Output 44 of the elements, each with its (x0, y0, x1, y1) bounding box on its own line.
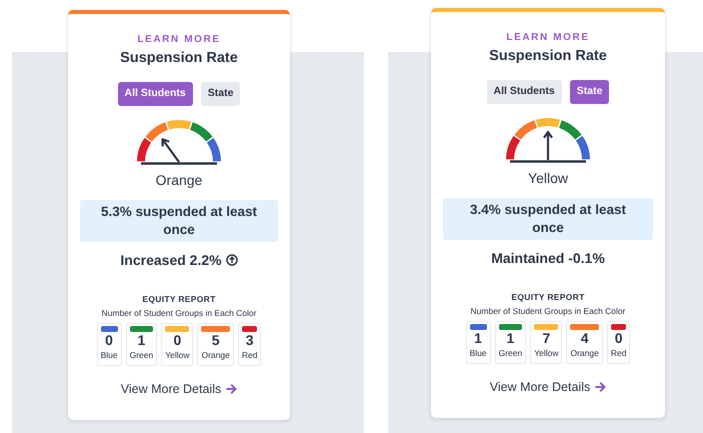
color-label: Blue (100, 349, 118, 362)
color-label: Orange (570, 347, 599, 360)
color-label: Blue (470, 347, 487, 360)
card-title: Suspension Rate (119, 49, 239, 68)
color-label: Green (130, 349, 154, 362)
group-count: 0 (614, 330, 624, 348)
group-count: 7 (541, 330, 552, 348)
group-count: 3 (244, 332, 255, 350)
group-count: 0 (104, 332, 114, 350)
change-text: Maintained -0.1% (491, 248, 605, 268)
rating-label: Yellow (527, 168, 569, 188)
right-arrow-icon (226, 384, 238, 394)
color-label: Yellow (534, 347, 558, 360)
stat-text: 3.4% suspended at least once (443, 198, 653, 240)
link-text: View More Details (120, 380, 222, 398)
view-details-link[interactable]: View More Details (490, 378, 606, 397)
section-subtitle: Number of Student Groups in Each Color (100, 306, 258, 320)
toggle-button[interactable]: State (570, 80, 610, 104)
card-title: Suspension Rate (488, 47, 608, 66)
stat-text: 5.3% suspended at least once (80, 200, 278, 242)
toggle-button[interactable]: State (200, 82, 240, 106)
color-label: Green (498, 347, 522, 360)
change-text: Increased 2.2% (120, 250, 222, 270)
section-subtitle: Number of Student Groups in Each Color (470, 304, 626, 318)
toggle-button[interactable]: All Students (118, 82, 193, 106)
toggle-button[interactable]: All Students (486, 80, 562, 104)
learn-more-link[interactable]: LEARN MORE (443, 30, 653, 45)
section-heading: EQUITY REPORT (141, 292, 217, 306)
color-label: Red (610, 347, 626, 360)
view-details-link[interactable]: View More Details (120, 380, 238, 399)
group-count: 4 (580, 330, 590, 348)
group-count: 1 (136, 332, 146, 350)
color-label: Red (242, 349, 258, 362)
learn-more-link[interactable]: LEARN MORE (80, 32, 278, 47)
group-count: 1 (505, 330, 516, 348)
group-count: 5 (210, 332, 221, 350)
link-text: View More Details (490, 378, 590, 396)
color-label: Yellow (165, 349, 190, 362)
rating-label: Orange (154, 170, 204, 190)
group-count: 0 (172, 332, 182, 350)
right-arrow-icon (595, 382, 606, 392)
section-heading: EQUITY REPORT (510, 290, 586, 304)
group-count: 1 (473, 330, 483, 348)
color-label: Orange (201, 349, 230, 362)
